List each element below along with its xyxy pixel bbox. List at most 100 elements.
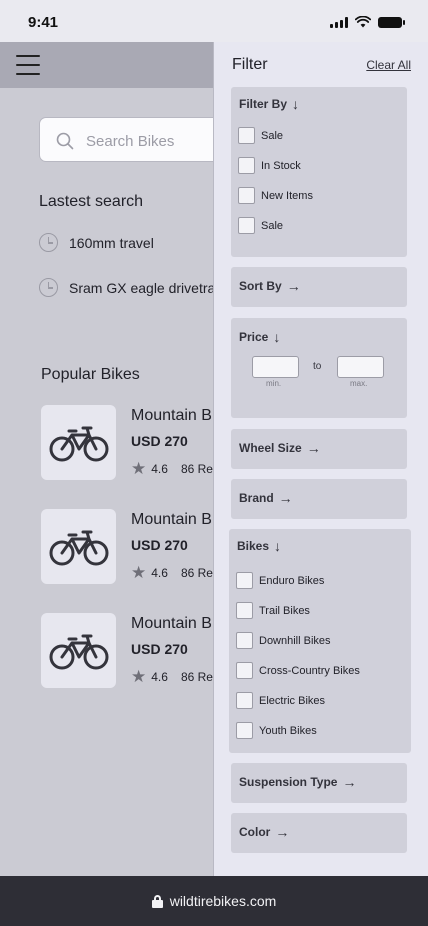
rating-value: 4.6 — [151, 565, 168, 580]
price-section: Price ↓ to min. max. — [231, 318, 407, 418]
brand-toggle: Brand → — [239, 491, 293, 505]
brand-label: Brand — [239, 491, 274, 505]
bikes-option-electric[interactable]: Electric Bikes — [236, 692, 325, 709]
latest-search-title: Lastest search — [39, 193, 144, 210]
status-time: 9:41 — [28, 14, 59, 31]
checkbox[interactable] — [238, 157, 255, 174]
menu-icon[interactable] — [16, 55, 40, 75]
arrow-down-icon: ↓ — [292, 96, 300, 112]
checkbox[interactable] — [236, 662, 253, 679]
color-section[interactable]: Color → — [231, 813, 407, 853]
price-toggle[interactable]: Price ↓ — [239, 330, 280, 344]
filter-by-toggle[interactable]: Filter By ↓ — [239, 97, 299, 111]
option-label: Sale — [261, 129, 284, 142]
bikes-option-youth[interactable]: Youth Bikes — [236, 722, 317, 739]
price-max-input[interactable] — [337, 356, 384, 378]
star-icon: ★ — [131, 563, 147, 582]
option-label: Sale — [261, 219, 284, 232]
recent-search-label: 160mm travel — [69, 234, 154, 251]
filter-by-section: Filter By ↓ Sale In Stock New Items Sale — [231, 87, 407, 257]
filter-by-label: Filter By — [239, 97, 288, 111]
status-bar: 9:41 — [0, 0, 428, 42]
star-icon: ★ — [131, 667, 147, 686]
recent-search-item[interactable]: Sram GX eagle drivetrain — [39, 278, 226, 297]
star-icon: ★ — [131, 459, 147, 478]
search-placeholder: Search Bikes — [86, 133, 175, 150]
clock-icon — [39, 233, 58, 252]
option-label: Cross-Country Bikes — [259, 664, 360, 677]
price-max-caption: max. — [350, 379, 368, 388]
filter-option-new-items[interactable]: New Items — [238, 187, 313, 204]
arrow-down-icon: ↓ — [273, 329, 281, 345]
sort-by-label: Sort By — [239, 279, 282, 293]
color-toggle: Color → — [239, 825, 289, 839]
checkbox[interactable] — [236, 722, 253, 739]
option-label: In Stock — [261, 159, 301, 172]
brand-section[interactable]: Brand → — [231, 479, 407, 519]
filter-option-sale-2[interactable]: Sale — [238, 217, 283, 234]
checkbox[interactable] — [236, 692, 253, 709]
color-label: Color — [239, 825, 271, 839]
option-label: Downhill Bikes — [259, 634, 331, 647]
sort-by-section[interactable]: Sort By → — [231, 267, 407, 307]
battery-icon — [378, 16, 405, 28]
rating-value: 4.6 — [151, 461, 168, 476]
bike-image — [41, 613, 116, 688]
arrow-right-icon: → — [278, 490, 293, 506]
checkbox[interactable] — [236, 632, 253, 649]
sort-by-toggle: Sort By → — [239, 279, 301, 293]
browser-url-bar: wildtirebikes.com — [0, 876, 428, 926]
bike-price: USD 270 — [131, 433, 188, 449]
filter-title: Filter — [232, 56, 268, 73]
suspension-type-label: Suspension Type — [239, 775, 338, 789]
wheel-size-label: Wheel Size — [239, 441, 302, 455]
bike-image — [41, 509, 116, 584]
arrow-down-icon: ↓ — [274, 538, 282, 554]
clear-all-link[interactable]: Clear All — [366, 58, 411, 72]
recent-search-item[interactable]: 160mm travel — [39, 233, 154, 252]
option-label: Trail Bikes — [259, 604, 310, 617]
checkbox[interactable] — [236, 572, 253, 589]
suspension-type-section[interactable]: Suspension Type → — [231, 763, 407, 803]
bicycle-icon — [49, 634, 108, 669]
checkbox[interactable] — [238, 187, 255, 204]
clock-icon — [39, 278, 58, 297]
price-min-input[interactable] — [252, 356, 299, 378]
bikes-toggle[interactable]: Bikes ↓ — [237, 539, 281, 553]
signal-icon — [330, 16, 348, 28]
url-text[interactable]: wildtirebikes.com — [170, 893, 277, 909]
wheel-size-toggle: Wheel Size → — [239, 441, 321, 455]
bikes-option-enduro[interactable]: Enduro Bikes — [236, 572, 324, 589]
popular-bikes-title: Popular Bikes — [41, 366, 140, 383]
wheel-size-section[interactable]: Wheel Size → — [231, 429, 407, 469]
filter-option-sale[interactable]: Sale — [238, 127, 283, 144]
bike-price: USD 270 — [131, 537, 188, 553]
bikes-option-downhill[interactable]: Downhill Bikes — [236, 632, 331, 649]
arrow-right-icon: → — [342, 774, 357, 790]
suspension-type-toggle: Suspension Type → — [239, 775, 356, 789]
arrow-right-icon: → — [286, 278, 301, 294]
option-label: Enduro Bikes — [259, 574, 325, 587]
arrow-right-icon: → — [275, 824, 290, 840]
option-label: New Items — [261, 189, 313, 202]
bike-image — [41, 405, 116, 480]
price-label: Price — [239, 330, 269, 344]
bikes-option-trail[interactable]: Trail Bikes — [236, 602, 310, 619]
status-icons — [330, 16, 405, 28]
price-to-label: to — [313, 361, 322, 372]
checkbox[interactable] — [238, 217, 255, 234]
filter-option-in-stock[interactable]: In Stock — [238, 157, 301, 174]
checkbox[interactable] — [238, 127, 255, 144]
recent-search-label: Sram GX eagle drivetrain — [69, 279, 227, 296]
bikes-label: Bikes — [237, 539, 270, 553]
bikes-option-cross-country[interactable]: Cross-Country Bikes — [236, 662, 360, 679]
bikes-section: Bikes ↓ Enduro Bikes Trail Bikes Downhil… — [229, 529, 411, 753]
checkbox[interactable] — [236, 602, 253, 619]
search-icon — [56, 132, 74, 150]
bicycle-icon — [49, 530, 108, 565]
lock-icon — [151, 894, 163, 908]
arrow-right-icon: → — [306, 440, 321, 456]
option-label: Youth Bikes — [259, 724, 317, 737]
bicycle-icon — [49, 426, 108, 461]
bike-price: USD 270 — [131, 641, 188, 657]
